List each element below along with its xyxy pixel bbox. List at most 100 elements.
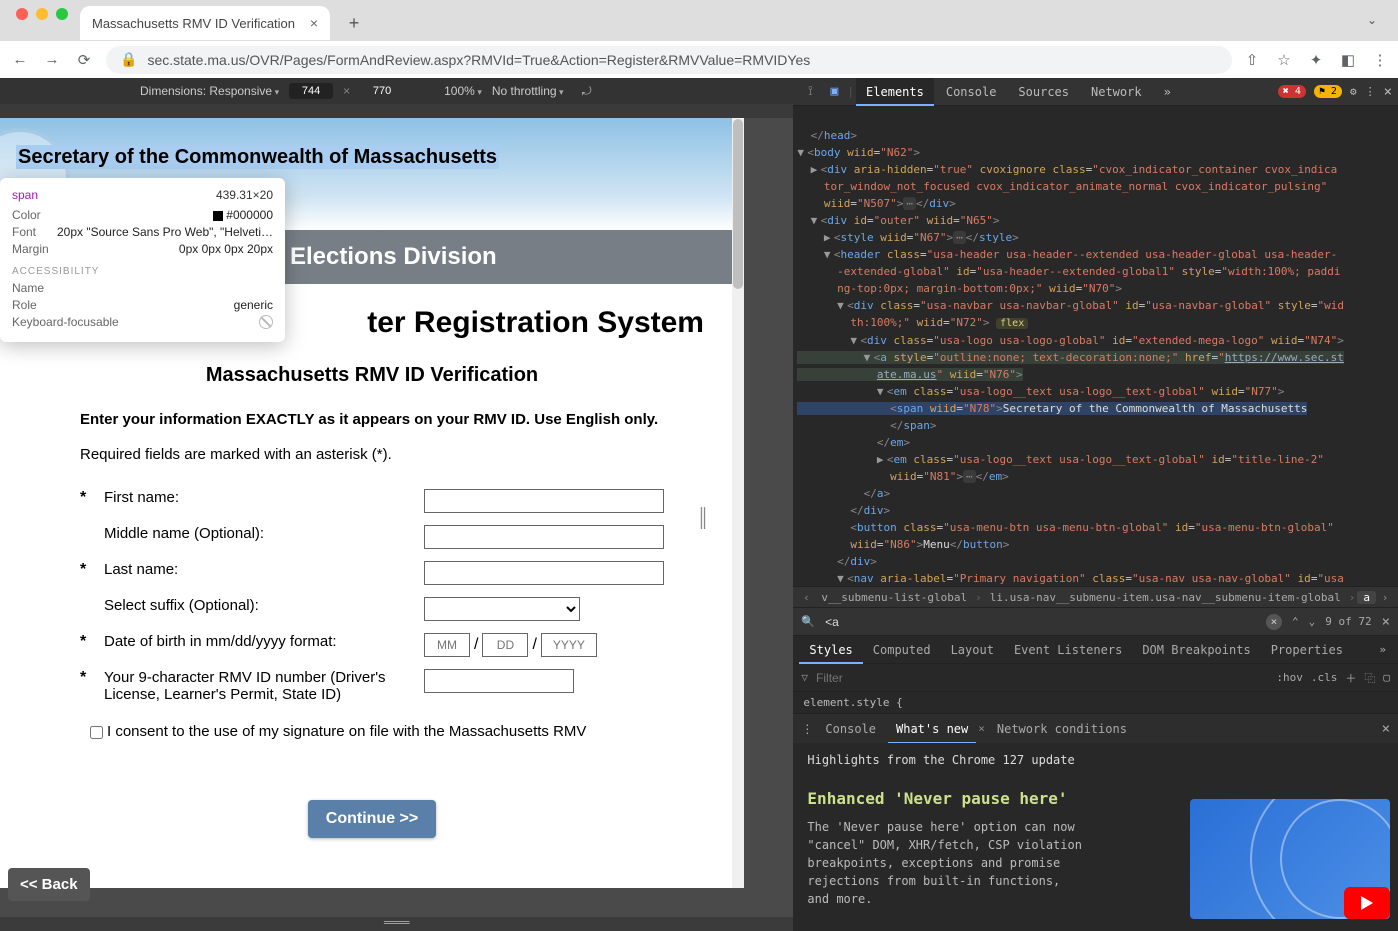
- consent-label: I consent to the use of my signature on …: [107, 723, 586, 740]
- first-name-input[interactable]: [424, 489, 664, 513]
- site-title: Secretary of the Commonwealth of Massach…: [16, 146, 499, 168]
- breadcrumb[interactable]: ‹ v__submenu-list-global› li.usa-nav__su…: [793, 586, 1398, 608]
- dob-label: Date of birth in mm/dd/yyyy format:: [104, 633, 414, 650]
- tab-styles[interactable]: Styles: [799, 636, 862, 664]
- drawer-close-icon[interactable]: ×: [1382, 721, 1390, 737]
- device-height-input[interactable]: [360, 83, 404, 99]
- middle-name-input[interactable]: [424, 525, 664, 549]
- resize-handle-icon[interactable]: ║: [697, 507, 708, 528]
- hov-toggle[interactable]: :hov: [1276, 671, 1303, 684]
- tab-sources[interactable]: Sources: [1008, 78, 1079, 106]
- instruction-text: Enter your information EXACTLY as it app…: [20, 411, 724, 428]
- window-close-traffic[interactable]: [16, 8, 28, 20]
- device-width-input[interactable]: [289, 83, 333, 99]
- back-icon[interactable]: ←: [10, 51, 30, 68]
- filter-icon: ▽: [801, 671, 808, 684]
- middle-name-label: Middle name (Optional):: [104, 525, 414, 542]
- rmv-id-input[interactable]: [424, 669, 574, 693]
- drawer-more-icon[interactable]: ⋮: [801, 722, 813, 736]
- dom-tree[interactable]: </head> ▼<body wiid="N62"> ▶<div aria-hi…: [793, 106, 1398, 586]
- gear-icon[interactable]: ⚙: [1350, 85, 1357, 98]
- styles-overflow-icon[interactable]: »: [1373, 643, 1392, 656]
- clear-search-icon[interactable]: ×: [1266, 614, 1282, 630]
- tab-layout[interactable]: Layout: [941, 636, 1004, 664]
- overflow-menu-icon[interactable]: ⋮: [1372, 51, 1388, 69]
- play-icon[interactable]: [1344, 887, 1390, 919]
- bookmark-icon[interactable]: ☆: [1276, 51, 1292, 69]
- drawer-tab-console[interactable]: Console: [817, 722, 884, 736]
- rmv-label: Your 9-character RMV ID number (Driver's…: [104, 669, 414, 703]
- tab-overflow-icon[interactable]: »: [1154, 78, 1181, 106]
- tab-network[interactable]: Network: [1081, 78, 1152, 106]
- consent-checkbox[interactable]: [90, 726, 103, 739]
- bottom-resize-handle[interactable]: ═══: [0, 917, 793, 931]
- close-tab-icon[interactable]: ×: [310, 15, 318, 31]
- drawer-tab-netcond[interactable]: Network conditions: [989, 722, 1135, 736]
- reload-icon[interactable]: ⟳: [74, 51, 94, 69]
- browser-tab[interactable]: Massachusetts RMV ID Verification ×: [80, 6, 330, 40]
- dob-day-input[interactable]: [482, 633, 528, 657]
- tab-event-listeners[interactable]: Event Listeners: [1004, 636, 1132, 664]
- search-icon: 🔍: [801, 615, 815, 628]
- crumb-right-icon[interactable]: ›: [1378, 591, 1392, 604]
- inspect-mode-icon[interactable]: ⟟: [799, 84, 821, 99]
- tab-console[interactable]: Console: [936, 78, 1007, 106]
- required-asterisk: *: [80, 669, 94, 687]
- crumb-left-icon[interactable]: ‹: [799, 591, 813, 604]
- viewport-scrollbar[interactable]: [732, 118, 744, 888]
- window-max-traffic[interactable]: [56, 8, 68, 20]
- rotate-icon[interactable]: ⤾: [582, 84, 592, 99]
- styles-pane[interactable]: element.style {: [793, 692, 1398, 713]
- tab-properties[interactable]: Properties: [1261, 636, 1353, 664]
- device-icon[interactable]: ⿻: [1364, 670, 1375, 686]
- tooltip-tag: span: [12, 188, 38, 202]
- throttling-dropdown[interactable]: No throttling: [492, 84, 564, 98]
- dob-month-input[interactable]: [424, 633, 470, 657]
- extensions-icon[interactable]: ✦: [1308, 51, 1324, 69]
- tabs-overflow-button[interactable]: ⌄: [1358, 6, 1386, 34]
- back-button[interactable]: << Back: [8, 868, 90, 901]
- tab-title: Massachusetts RMV ID Verification: [92, 16, 295, 31]
- new-style-icon[interactable]: ＋: [1345, 670, 1356, 686]
- required-asterisk: *: [80, 633, 94, 651]
- find-count: 9 of 72: [1325, 615, 1371, 628]
- address-bar[interactable]: 🔒 sec.state.ma.us/OVR/Pages/FormAndRevie…: [106, 46, 1232, 74]
- warning-badge[interactable]: ⚑ 2: [1314, 85, 1342, 98]
- page-subtitle: Massachusetts RMV ID Verification: [20, 364, 724, 387]
- whatsnew-video-thumb[interactable]: [1190, 799, 1390, 919]
- last-name-label: Last name:: [104, 561, 414, 578]
- new-tab-button[interactable]: +: [340, 9, 368, 37]
- ruler: [0, 104, 793, 118]
- device-mode-icon[interactable]: ▣: [823, 84, 845, 99]
- dimensions-dropdown[interactable]: Dimensions: Responsive: [140, 84, 279, 98]
- dom-search-input[interactable]: [825, 615, 1256, 629]
- panel-icon[interactable]: ◧: [1340, 51, 1356, 69]
- continue-button[interactable]: Continue >>: [308, 800, 436, 838]
- drawer-tab-whatsnew[interactable]: What's new: [888, 714, 976, 744]
- window-min-traffic[interactable]: [36, 8, 48, 20]
- tab-dom-breakpoints[interactable]: DOM Breakpoints: [1132, 636, 1260, 664]
- suffix-select[interactable]: [424, 597, 580, 621]
- toggle-panel-icon[interactable]: ▢: [1383, 671, 1390, 684]
- forward-icon[interactable]: →: [42, 51, 62, 68]
- error-badge[interactable]: ✖ 4: [1278, 85, 1306, 98]
- last-name-input[interactable]: [424, 561, 664, 585]
- share-icon[interactable]: ⇧: [1244, 51, 1260, 69]
- find-next-icon[interactable]: ⌄: [1309, 615, 1316, 628]
- find-close-icon[interactable]: ×: [1382, 614, 1390, 630]
- cls-toggle[interactable]: .cls: [1311, 671, 1338, 684]
- devtools-more-icon[interactable]: ⋮: [1365, 85, 1376, 98]
- url-text: sec.state.ma.us/OVR/Pages/FormAndReview.…: [147, 52, 810, 68]
- devtools-close-icon[interactable]: ×: [1384, 84, 1392, 100]
- zoom-dropdown[interactable]: 100%: [444, 84, 482, 98]
- close-whatsnew-icon[interactable]: ×: [978, 722, 985, 735]
- find-prev-icon[interactable]: ⌃: [1292, 615, 1299, 628]
- tab-computed[interactable]: Computed: [863, 636, 941, 664]
- whatsnew-body: The 'Never pause here' option can now "c…: [807, 818, 1087, 908]
- tab-elements[interactable]: Elements: [856, 78, 934, 106]
- styles-filter-input[interactable]: [816, 671, 1268, 685]
- not-focusable-icon: [259, 315, 273, 329]
- dob-year-input[interactable]: [541, 633, 597, 657]
- required-asterisk: *: [80, 489, 94, 507]
- dim-separator: ×: [343, 84, 350, 98]
